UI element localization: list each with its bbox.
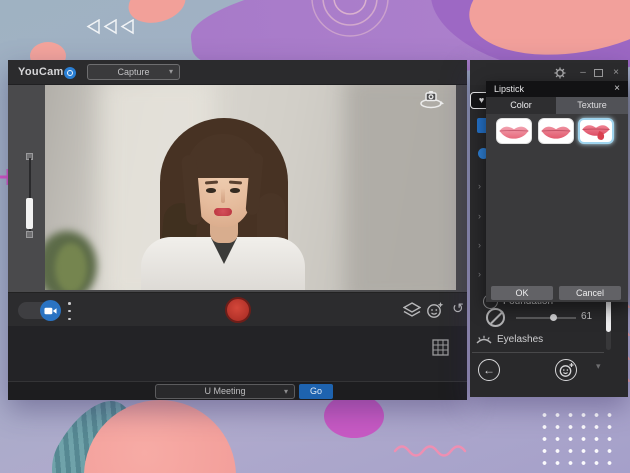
woman-eye-right bbox=[230, 188, 240, 193]
ok-button[interactable]: OK bbox=[491, 286, 553, 300]
minimize-button[interactable]: – bbox=[576, 66, 590, 80]
video-camera-icon[interactable] bbox=[40, 300, 61, 321]
gear-icon[interactable] bbox=[554, 67, 566, 79]
go-button[interactable]: Go bbox=[299, 384, 333, 399]
toolbar: ↺ bbox=[8, 292, 467, 326]
maximize-button[interactable] bbox=[594, 69, 603, 77]
close-button[interactable]: × bbox=[609, 66, 623, 80]
undo-icon[interactable]: ↺ bbox=[449, 299, 467, 317]
bg-triangle-arrows-icon bbox=[86, 19, 138, 37]
foundation-slider-handle[interactable] bbox=[550, 314, 557, 321]
foundation-slider-track[interactable] bbox=[516, 317, 576, 319]
chevron-right-icon: › bbox=[478, 240, 481, 250]
divider bbox=[472, 352, 604, 353]
lipstick-swatch-2[interactable] bbox=[538, 118, 574, 144]
tab-color[interactable]: Color bbox=[486, 97, 556, 114]
lipstick-swatch-1[interactable] bbox=[496, 118, 532, 144]
chevron-right-icon: › bbox=[478, 211, 481, 221]
scroll-down-icon[interactable]: ▾ bbox=[596, 361, 601, 372]
disable-effect-icon[interactable] bbox=[486, 308, 505, 327]
eyelashes-label: Eyelashes bbox=[497, 334, 543, 345]
back-arrow-icon: ← bbox=[483, 363, 495, 377]
add-face-button[interactable] bbox=[555, 359, 577, 381]
youcam-window: YouCam 9 Capture ▾ bbox=[8, 60, 467, 400]
eyelashes-icon bbox=[475, 334, 493, 346]
capture-mode-dropdown[interactable]: Capture ▾ bbox=[87, 64, 180, 80]
meeting-dropdown[interactable]: U Meeting ▾ bbox=[155, 384, 295, 399]
bg-dots-grid bbox=[538, 409, 612, 467]
capture-label: Capture bbox=[117, 67, 149, 77]
back-button[interactable]: ← bbox=[478, 359, 500, 381]
beautify-panel: – × ♥ › › › › Foundation 61 Eyelashes bbox=[470, 60, 628, 397]
foundation-value: 61 bbox=[581, 311, 592, 322]
meeting-bar: U Meeting ▾ Go bbox=[8, 381, 467, 400]
beautify-face-icon[interactable] bbox=[426, 301, 444, 319]
kebab-menu-icon[interactable] bbox=[68, 302, 72, 320]
lipstick-swatch-3-selected[interactable] bbox=[578, 118, 614, 144]
lipstick-popup-title: Lipstick bbox=[494, 84, 524, 94]
woman-lips bbox=[214, 208, 232, 216]
chevron-right-icon: › bbox=[478, 269, 481, 279]
bg-squiggle bbox=[392, 440, 476, 458]
meeting-dropdown-value: U Meeting bbox=[204, 386, 245, 396]
close-icon[interactable]: × bbox=[611, 82, 623, 96]
grid-view-icon[interactable] bbox=[432, 339, 449, 356]
camera-switch-icon[interactable] bbox=[418, 89, 444, 111]
zoom-slider-bottom-handle[interactable] bbox=[26, 231, 33, 238]
layers-icon[interactable] bbox=[403, 301, 421, 319]
record-button[interactable] bbox=[225, 297, 251, 323]
youcam-logo-icon bbox=[64, 67, 76, 79]
lipstick-popup-header: Lipstick × bbox=[486, 81, 628, 97]
zoom-slider-thumb[interactable] bbox=[26, 198, 33, 229]
lipstick-popup: Lipstick × Color Texture bbox=[486, 81, 628, 302]
bg-magenta-blob bbox=[324, 394, 384, 438]
bg-concentric-arcs bbox=[300, 0, 400, 50]
webcam-preview bbox=[45, 85, 456, 290]
chevron-right-icon: › bbox=[478, 181, 481, 191]
woman-nose bbox=[221, 188, 225, 203]
chevron-down-icon: ▾ bbox=[169, 65, 173, 79]
media-tray bbox=[8, 326, 467, 381]
chevron-down-icon: ▾ bbox=[284, 385, 288, 398]
plant-leaf-blur bbox=[55, 243, 87, 290]
woman-eye-left bbox=[206, 188, 216, 193]
screen: YouCam 9 Capture ▾ bbox=[0, 0, 630, 473]
preview-shaded-area bbox=[345, 85, 456, 290]
preview-frame bbox=[8, 85, 467, 292]
cancel-button[interactable]: Cancel bbox=[559, 286, 621, 300]
tab-texture[interactable]: Texture bbox=[556, 97, 628, 114]
titlebar: YouCam 9 Capture ▾ bbox=[8, 60, 467, 85]
